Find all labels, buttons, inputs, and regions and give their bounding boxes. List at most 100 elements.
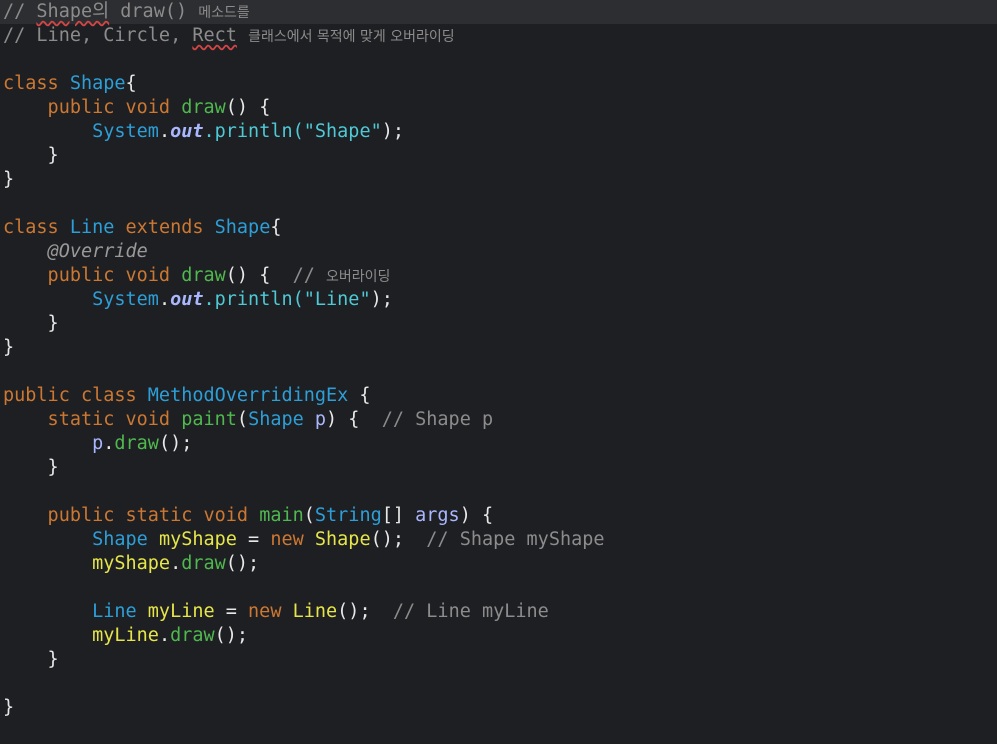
code-token: } bbox=[3, 169, 15, 190]
code-token: 클래스에서 목적에 맞게 오버라이딩 bbox=[248, 29, 455, 45]
code-token: draw bbox=[181, 265, 226, 286]
code-token: main bbox=[259, 505, 304, 526]
code-token: = bbox=[214, 601, 249, 622]
code-token: } bbox=[3, 313, 59, 334]
code-line[interactable]: static void paint(Shape p) { // Shape p bbox=[3, 408, 494, 432]
code-token: ) { bbox=[459, 505, 494, 526]
code-token: () { bbox=[225, 97, 271, 118]
code-token: } bbox=[3, 457, 59, 478]
code-token: class bbox=[3, 73, 70, 94]
code-line[interactable]: p.draw(); bbox=[3, 432, 192, 456]
code-token: (); bbox=[370, 529, 427, 550]
code-token: draw bbox=[181, 553, 226, 574]
code-token: public class bbox=[3, 385, 148, 406]
code-token: .println( bbox=[203, 289, 304, 310]
code-token: out bbox=[170, 289, 204, 310]
code-line[interactable]: } bbox=[3, 696, 14, 720]
code-token: ); bbox=[370, 289, 393, 310]
code-token: } bbox=[3, 337, 15, 358]
code-token: // bbox=[3, 1, 37, 22]
code-line[interactable]: } bbox=[3, 648, 59, 672]
code-token: Shape bbox=[248, 409, 315, 430]
code-token: () { bbox=[225, 265, 293, 286]
code-line[interactable]: myShape.draw(); bbox=[3, 552, 259, 576]
code-line[interactable]: @Override bbox=[3, 240, 148, 264]
code-token: MethodOverridingEx bbox=[147, 385, 360, 406]
code-token: { bbox=[270, 217, 282, 238]
code-token: Line bbox=[292, 601, 338, 622]
code-token: p bbox=[314, 409, 327, 430]
code-token: "Shape" bbox=[303, 121, 382, 142]
code-token: public static void bbox=[3, 505, 260, 526]
code-line[interactable]: // Line, Circle, Rect 클래스에서 목적에 맞게 오버라이딩 bbox=[3, 24, 455, 48]
code-line[interactable]: } bbox=[3, 168, 14, 192]
code-token: myShape bbox=[3, 553, 171, 574]
code-line[interactable]: public void draw() { bbox=[3, 96, 271, 120]
code-token: static void bbox=[3, 409, 182, 430]
code-token: public void bbox=[3, 265, 182, 286]
code-token: } bbox=[3, 649, 59, 670]
code-token: draw bbox=[170, 625, 215, 646]
code-line[interactable]: System.out.println("Shape"); bbox=[3, 120, 404, 144]
code-line[interactable]: myLine.draw(); bbox=[3, 624, 248, 648]
code-token: { bbox=[125, 73, 137, 94]
code-token: . bbox=[158, 121, 171, 142]
code-token: = bbox=[236, 529, 271, 550]
code-token: draw bbox=[114, 433, 159, 454]
code-token: // Shape myShape bbox=[426, 529, 605, 550]
code-line[interactable]: public static void main(String[] args) { bbox=[3, 504, 494, 528]
code-line[interactable]: System.out.println("Line"); bbox=[3, 288, 393, 312]
code-token: Shape의 bbox=[36, 1, 110, 22]
code-token: ) { bbox=[326, 409, 382, 430]
code-line[interactable]: } bbox=[3, 336, 14, 360]
code-token: Line bbox=[3, 601, 148, 622]
code-token: ( bbox=[303, 505, 315, 526]
code-line[interactable]: class Line extends Shape{ bbox=[3, 216, 281, 240]
code-token: . bbox=[158, 289, 171, 310]
code-token: (); bbox=[158, 433, 193, 454]
code-token: 오버라이딩 bbox=[326, 269, 391, 285]
code-token: String bbox=[314, 505, 382, 526]
code-line[interactable]: } bbox=[3, 312, 59, 336]
code-line[interactable]: public void draw() { // 오버라이딩 bbox=[3, 264, 391, 288]
code-token: Shape bbox=[69, 73, 126, 94]
code-token: .println( bbox=[203, 121, 304, 142]
code-line[interactable]: Line myLine = new Line(); // Line myLine bbox=[3, 600, 549, 624]
code-token: System bbox=[3, 121, 159, 142]
code-token: extends bbox=[125, 217, 215, 238]
code-token: } bbox=[3, 697, 15, 718]
code-token: Rect bbox=[192, 25, 237, 46]
code-token: @Override bbox=[3, 241, 148, 262]
code-token: } bbox=[3, 145, 59, 166]
code-line[interactable]: class Shape{ bbox=[3, 72, 137, 96]
code-editor[interactable]: // Shape의 draw() 메소드를// Line, Circle, Re… bbox=[0, 0, 997, 744]
code-line[interactable]: } bbox=[3, 144, 59, 168]
code-token: . bbox=[158, 625, 171, 646]
code-token: . bbox=[170, 553, 182, 574]
code-token: new bbox=[248, 601, 293, 622]
code-token: paint bbox=[181, 409, 237, 430]
code-token: out bbox=[170, 121, 204, 142]
code-token: Line bbox=[69, 217, 126, 238]
code-token: ); bbox=[381, 121, 404, 142]
code-token: public void bbox=[3, 97, 182, 118]
code-token: . bbox=[103, 433, 115, 454]
code-token: Shape bbox=[214, 217, 271, 238]
code-token: myShape bbox=[158, 529, 237, 550]
code-token: (); bbox=[337, 601, 393, 622]
code-token: myLine bbox=[147, 601, 215, 622]
code-token: p bbox=[3, 433, 104, 454]
code-token: Shape bbox=[314, 529, 371, 550]
code-token: "Line" bbox=[303, 289, 371, 310]
code-token: { bbox=[359, 385, 371, 406]
code-line[interactable]: Shape myShape = new Shape(); // Shape my… bbox=[3, 528, 605, 552]
code-token: Shape bbox=[3, 529, 159, 550]
code-token: // bbox=[292, 265, 327, 286]
code-line[interactable]: // Shape의 draw() 메소드를 bbox=[0, 0, 997, 24]
code-token: // Line, Circle, bbox=[3, 25, 193, 46]
code-line[interactable]: public class MethodOverridingEx { bbox=[3, 384, 371, 408]
code-token: draw() bbox=[109, 1, 199, 22]
code-line[interactable]: } bbox=[3, 456, 59, 480]
code-token: myLine bbox=[3, 625, 159, 646]
